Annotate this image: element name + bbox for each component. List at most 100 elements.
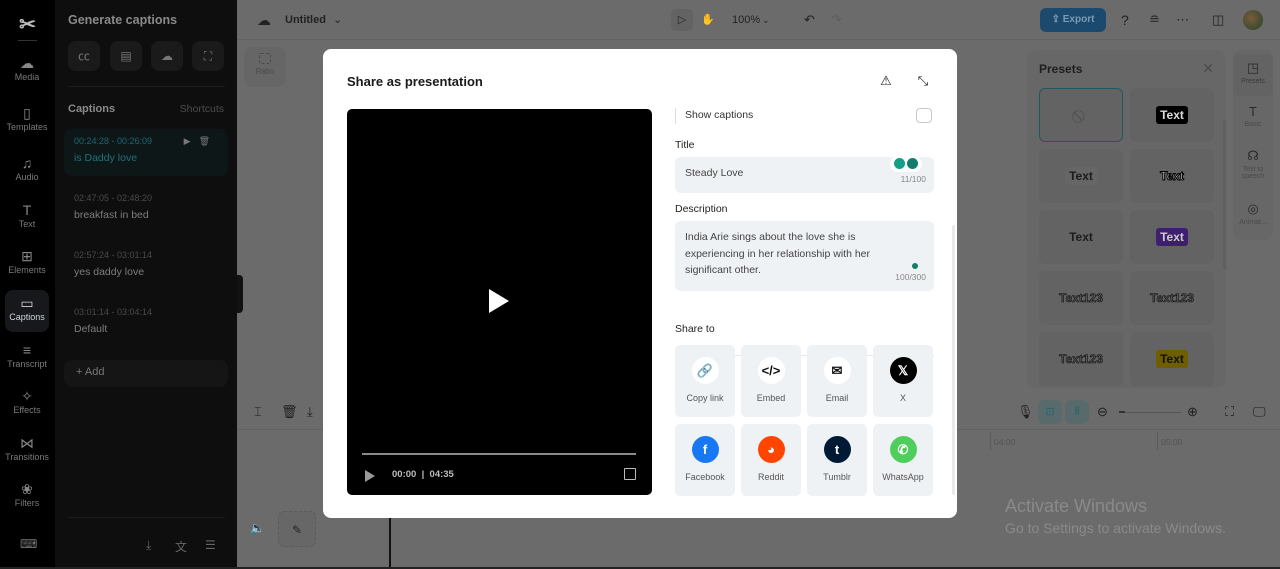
translate-icon[interactable]: 文 (175, 538, 187, 555)
zoom-out-icon[interactable]: ⊖ (1097, 404, 1108, 420)
caption-text[interactable]: is Daddy love (74, 152, 218, 164)
caption-item[interactable]: 02:47:05 - 02:48:20 breakfast in bed (64, 186, 228, 233)
share-reddit-button[interactable]: ◕ Reddit (741, 424, 801, 496)
upload-captions-button[interactable]: ☁ (151, 41, 183, 71)
layers-icon[interactable]: ≘ (1149, 0, 1160, 40)
share-x-button[interactable]: 𝕏X (873, 345, 933, 417)
description-textarea[interactable]: India Arie sings about the love she is e… (675, 221, 934, 291)
rail-item-effects[interactable]: ✧ Effects (5, 383, 49, 425)
share-embed-button[interactable]: </> Embed (741, 345, 801, 417)
tab-presets[interactable]: ◳ Presets (1233, 54, 1273, 96)
preset-item[interactable]: Text (1130, 210, 1214, 264)
chevron-down-icon[interactable]: ⌄ (333, 0, 342, 40)
trash-icon[interactable]: 🗑 (199, 136, 218, 146)
download-icon[interactable]: ⤓ (307, 404, 313, 420)
rail-item-audio[interactable]: ♫ Audio (5, 150, 49, 192)
rail-item-templates[interactable]: ▯ Templates (5, 100, 49, 142)
caption-text[interactable]: Default (74, 323, 218, 335)
share-facebook-button[interactable]: f Facebook (675, 424, 735, 496)
select-tool-icon[interactable]: ▷ (671, 9, 693, 31)
cloud-save-icon[interactable]: ☁ (257, 0, 271, 40)
add-caption-button[interactable]: + Add (64, 360, 228, 387)
rail-item-media[interactable]: ☁ Media (5, 50, 49, 92)
split-icon[interactable]: ⌶ (254, 404, 262, 420)
avatar[interactable] (1243, 10, 1263, 30)
tab-text-to-speech[interactable]: ☊ Text to speech (1233, 148, 1273, 180)
rail-item-transcript[interactable]: ≡ Transcript (5, 337, 49, 379)
chevron-down-icon[interactable]: ⌄ (762, 0, 770, 40)
keyboard-icon[interactable]: ⌨ (20, 537, 37, 551)
rail-item-filters[interactable]: ❀ Filters (5, 476, 49, 518)
rail-item-label: Elements (8, 265, 46, 275)
share-label: Copy link (686, 393, 724, 403)
caption-text[interactable]: yes daddy love (74, 266, 218, 278)
play-icon[interactable]: ▶ (184, 136, 199, 146)
zoom-level-select[interactable]: 100% (732, 0, 760, 40)
preset-item[interactable]: Text (1130, 88, 1214, 142)
playhead[interactable] (389, 518, 391, 569)
close-icon[interactable]: ✕ (1202, 60, 1214, 77)
layout-toggle-icon[interactable]: ◫ (1212, 0, 1224, 40)
caption-item[interactable]: 00:24:28 - 00:26:09 is Daddy love ▶🗑 (64, 129, 228, 176)
share-whatsapp-button[interactable]: ✆ WhatsApp (873, 424, 933, 496)
subtitle-button[interactable]: ▤ (110, 41, 142, 71)
presets-scrollbar[interactable] (1223, 120, 1226, 270)
preset-item[interactable]: Text (1039, 210, 1123, 264)
help-icon[interactable]: ? (1121, 0, 1129, 40)
timeline-zoom-slider[interactable] (1119, 411, 1181, 413)
zoom-in-icon[interactable]: ⊕ (1187, 404, 1198, 420)
title-input[interactable]: Steady Love 11/100 (675, 156, 934, 193)
play-icon[interactable] (489, 289, 509, 313)
scan-audio-button[interactable]: ⛶ (192, 41, 224, 71)
search-list-icon[interactable]: ☰ (205, 538, 216, 552)
rail-item-elements[interactable]: ⊞ Elements (5, 243, 49, 285)
trash-icon[interactable]: 🗑 (281, 404, 298, 420)
preset-item[interactable]: Text123 (1130, 271, 1214, 325)
caption-text[interactable]: breakfast in bed (74, 209, 218, 221)
ratio-button[interactable]: Ratio (244, 47, 286, 87)
redo-icon[interactable]: ↷ (831, 0, 842, 40)
speaker-icon[interactable]: 🔈 (250, 521, 265, 535)
share-email-button[interactable]: ✉ Email (807, 345, 867, 417)
panel-collapse-handle[interactable] (237, 275, 243, 313)
preset-item[interactable]: Text (1130, 149, 1214, 203)
hand-tool-icon[interactable]: ✋ (701, 0, 715, 40)
tab-animation[interactable]: ◎ Animat... (1233, 201, 1273, 226)
play-icon[interactable] (365, 470, 375, 482)
share-copy-link-button[interactable]: 🔗 Copy link (675, 345, 735, 417)
project-name[interactable]: Untitled (285, 0, 326, 40)
preset-item[interactable]: Text123 (1039, 332, 1123, 386)
preset-item[interactable]: Text (1039, 149, 1123, 203)
more-icon[interactable]: ⋯ (1176, 0, 1189, 40)
rail-item-captions[interactable]: ▭ Captions (5, 290, 49, 332)
edit-track-button[interactable]: ✎ (278, 511, 316, 547)
video-player[interactable]: 00:00 | 04:35 (347, 109, 652, 495)
preset-none[interactable]: ⃠ (1039, 88, 1123, 142)
export-button[interactable]: ⇪ Export (1040, 8, 1106, 32)
rail-item-transitions[interactable]: ⋈ Transitions (5, 430, 49, 472)
caption-item[interactable]: 03:01:14 - 03:04:14 Default (64, 300, 228, 347)
rail-item-text[interactable]: T Text (5, 197, 49, 239)
auto-captions-button[interactable]: ㏄ (68, 41, 100, 71)
caption-item[interactable]: 02:57:24 - 03:01:14 yes daddy love (64, 243, 228, 290)
microphone-icon[interactable]: 🎙 (1017, 404, 1034, 420)
link-toggle[interactable]: ⫴ (1065, 400, 1089, 424)
preset-item[interactable]: Text123 (1039, 271, 1123, 325)
preview-icon[interactable]: 🖵 (1253, 404, 1266, 420)
slider-handle[interactable] (1119, 411, 1125, 413)
feedback-icon[interactable]: ⚠ (877, 72, 895, 90)
undo-icon[interactable]: ↶ (804, 0, 815, 40)
share-tumblr-button[interactable]: t Tumblr (807, 424, 867, 496)
collapse-icon[interactable]: ⤡ (914, 72, 932, 90)
download-icon[interactable]: ⤓ (146, 538, 151, 553)
fullscreen-icon[interactable]: ⛶ (1225, 404, 1234, 420)
magnet-toggle[interactable]: ⊡ (1038, 400, 1062, 424)
show-captions-checkbox[interactable] (916, 108, 932, 123)
capcut-logo-icon[interactable]: ✂ (14, 12, 41, 39)
modal-scrollbar[interactable] (952, 225, 955, 495)
shortcuts-link[interactable]: Shortcuts (180, 103, 224, 115)
tab-basic[interactable]: T Basic (1233, 104, 1273, 128)
preset-item[interactable]: Text (1130, 332, 1214, 386)
fullscreen-icon[interactable] (624, 468, 636, 480)
video-progress-bar[interactable] (362, 453, 636, 455)
